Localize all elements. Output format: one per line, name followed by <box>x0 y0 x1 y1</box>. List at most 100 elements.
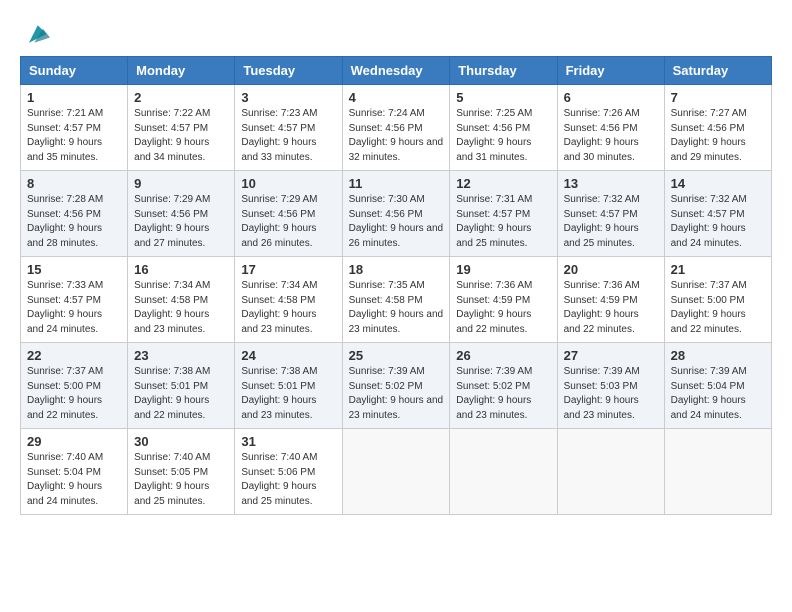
daylight-label: Daylight: 9 hours and 35 minutes. <box>27 137 102 163</box>
logo <box>20 20 50 48</box>
sunrise-label: Sunrise: 7:21 AM <box>27 108 103 119</box>
sunset-label: Sunset: 4:56 PM <box>564 123 638 134</box>
sunset-label: Sunset: 5:04 PM <box>27 467 101 478</box>
day-number: 8 <box>27 176 121 191</box>
daylight-label: Daylight: 9 hours and 25 minutes. <box>241 481 316 507</box>
calendar-table: SundayMondayTuesdayWednesdayThursdayFrid… <box>20 56 772 515</box>
day-cell: 23 Sunrise: 7:38 AM Sunset: 5:01 PM Dayl… <box>128 343 235 429</box>
day-cell: 7 Sunrise: 7:27 AM Sunset: 4:56 PM Dayli… <box>664 85 771 171</box>
sunrise-label: Sunrise: 7:26 AM <box>564 108 640 119</box>
day-info: Sunrise: 7:30 AM Sunset: 4:56 PM Dayligh… <box>349 193 444 251</box>
daylight-label: Daylight: 9 hours and 25 minutes. <box>456 223 531 249</box>
header-row: SundayMondayTuesdayWednesdayThursdayFrid… <box>21 57 772 85</box>
day-info: Sunrise: 7:34 AM Sunset: 4:58 PM Dayligh… <box>241 279 335 337</box>
sunrise-label: Sunrise: 7:39 AM <box>456 366 532 377</box>
sunset-label: Sunset: 4:56 PM <box>456 123 530 134</box>
sunset-label: Sunset: 5:00 PM <box>27 381 101 392</box>
day-info: Sunrise: 7:21 AM Sunset: 4:57 PM Dayligh… <box>27 107 121 165</box>
week-row-4: 22 Sunrise: 7:37 AM Sunset: 5:00 PM Dayl… <box>21 343 772 429</box>
day-info: Sunrise: 7:36 AM Sunset: 4:59 PM Dayligh… <box>564 279 658 337</box>
day-number: 11 <box>349 176 444 191</box>
day-header-sunday: Sunday <box>21 57 128 85</box>
daylight-label: Daylight: 9 hours and 22 minutes. <box>564 309 639 335</box>
sunset-label: Sunset: 4:56 PM <box>134 209 208 220</box>
day-header-friday: Friday <box>557 57 664 85</box>
day-cell: 8 Sunrise: 7:28 AM Sunset: 4:56 PM Dayli… <box>21 171 128 257</box>
day-number: 26 <box>456 348 550 363</box>
day-cell: 10 Sunrise: 7:29 AM Sunset: 4:56 PM Dayl… <box>235 171 342 257</box>
day-number: 14 <box>671 176 765 191</box>
sunrise-label: Sunrise: 7:36 AM <box>564 280 640 291</box>
day-number: 10 <box>241 176 335 191</box>
day-info: Sunrise: 7:40 AM Sunset: 5:04 PM Dayligh… <box>27 451 121 509</box>
sunrise-label: Sunrise: 7:34 AM <box>241 280 317 291</box>
sunset-label: Sunset: 4:57 PM <box>27 123 101 134</box>
daylight-label: Daylight: 9 hours and 28 minutes. <box>27 223 102 249</box>
sunrise-label: Sunrise: 7:30 AM <box>349 194 425 205</box>
day-cell: 3 Sunrise: 7:23 AM Sunset: 4:57 PM Dayli… <box>235 85 342 171</box>
daylight-label: Daylight: 9 hours and 27 minutes. <box>134 223 209 249</box>
daylight-label: Daylight: 9 hours and 24 minutes. <box>27 309 102 335</box>
daylight-label: Daylight: 9 hours and 22 minutes. <box>27 395 102 421</box>
sunrise-label: Sunrise: 7:32 AM <box>671 194 747 205</box>
day-info: Sunrise: 7:39 AM Sunset: 5:04 PM Dayligh… <box>671 365 765 423</box>
day-cell: 11 Sunrise: 7:30 AM Sunset: 4:56 PM Dayl… <box>342 171 450 257</box>
day-number: 4 <box>349 90 444 105</box>
sunrise-label: Sunrise: 7:38 AM <box>241 366 317 377</box>
sunset-label: Sunset: 5:01 PM <box>241 381 315 392</box>
sunset-label: Sunset: 4:57 PM <box>671 209 745 220</box>
day-info: Sunrise: 7:29 AM Sunset: 4:56 PM Dayligh… <box>241 193 335 251</box>
day-info: Sunrise: 7:39 AM Sunset: 5:02 PM Dayligh… <box>349 365 444 423</box>
day-cell: 9 Sunrise: 7:29 AM Sunset: 4:56 PM Dayli… <box>128 171 235 257</box>
day-number: 20 <box>564 262 658 277</box>
day-number: 2 <box>134 90 228 105</box>
daylight-label: Daylight: 9 hours and 23 minutes. <box>564 395 639 421</box>
daylight-label: Daylight: 9 hours and 26 minutes. <box>349 223 444 249</box>
day-number: 6 <box>564 90 658 105</box>
daylight-label: Daylight: 9 hours and 26 minutes. <box>241 223 316 249</box>
day-number: 30 <box>134 434 228 449</box>
logo-icon <box>22 20 50 48</box>
sunrise-label: Sunrise: 7:24 AM <box>349 108 425 119</box>
daylight-label: Daylight: 9 hours and 24 minutes. <box>671 223 746 249</box>
day-number: 24 <box>241 348 335 363</box>
day-info: Sunrise: 7:37 AM Sunset: 5:00 PM Dayligh… <box>27 365 121 423</box>
day-info: Sunrise: 7:27 AM Sunset: 4:56 PM Dayligh… <box>671 107 765 165</box>
day-number: 12 <box>456 176 550 191</box>
sunrise-label: Sunrise: 7:39 AM <box>349 366 425 377</box>
day-cell: 25 Sunrise: 7:39 AM Sunset: 5:02 PM Dayl… <box>342 343 450 429</box>
day-cell: 15 Sunrise: 7:33 AM Sunset: 4:57 PM Dayl… <box>21 257 128 343</box>
sunrise-label: Sunrise: 7:39 AM <box>564 366 640 377</box>
sunset-label: Sunset: 4:56 PM <box>349 123 423 134</box>
daylight-label: Daylight: 9 hours and 31 minutes. <box>456 137 531 163</box>
day-cell: 12 Sunrise: 7:31 AM Sunset: 4:57 PM Dayl… <box>450 171 557 257</box>
day-cell: 27 Sunrise: 7:39 AM Sunset: 5:03 PM Dayl… <box>557 343 664 429</box>
sunrise-label: Sunrise: 7:37 AM <box>27 366 103 377</box>
sunrise-label: Sunrise: 7:36 AM <box>456 280 532 291</box>
sunrise-label: Sunrise: 7:37 AM <box>671 280 747 291</box>
week-row-1: 1 Sunrise: 7:21 AM Sunset: 4:57 PM Dayli… <box>21 85 772 171</box>
sunrise-label: Sunrise: 7:29 AM <box>134 194 210 205</box>
day-info: Sunrise: 7:22 AM Sunset: 4:57 PM Dayligh… <box>134 107 228 165</box>
sunrise-label: Sunrise: 7:29 AM <box>241 194 317 205</box>
sunset-label: Sunset: 4:59 PM <box>564 295 638 306</box>
day-info: Sunrise: 7:23 AM Sunset: 4:57 PM Dayligh… <box>241 107 335 165</box>
sunset-label: Sunset: 4:57 PM <box>241 123 315 134</box>
sunrise-label: Sunrise: 7:27 AM <box>671 108 747 119</box>
day-cell: 30 Sunrise: 7:40 AM Sunset: 5:05 PM Dayl… <box>128 429 235 515</box>
day-cell: 4 Sunrise: 7:24 AM Sunset: 4:56 PM Dayli… <box>342 85 450 171</box>
sunrise-label: Sunrise: 7:40 AM <box>27 452 103 463</box>
sunrise-label: Sunrise: 7:34 AM <box>134 280 210 291</box>
daylight-label: Daylight: 9 hours and 23 minutes. <box>349 395 444 421</box>
day-info: Sunrise: 7:34 AM Sunset: 4:58 PM Dayligh… <box>134 279 228 337</box>
day-info: Sunrise: 7:33 AM Sunset: 4:57 PM Dayligh… <box>27 279 121 337</box>
sunset-label: Sunset: 4:57 PM <box>456 209 530 220</box>
sunset-label: Sunset: 4:58 PM <box>241 295 315 306</box>
day-cell <box>557 429 664 515</box>
sunset-label: Sunset: 4:56 PM <box>241 209 315 220</box>
day-header-wednesday: Wednesday <box>342 57 450 85</box>
sunrise-label: Sunrise: 7:35 AM <box>349 280 425 291</box>
day-info: Sunrise: 7:32 AM Sunset: 4:57 PM Dayligh… <box>564 193 658 251</box>
sunset-label: Sunset: 5:05 PM <box>134 467 208 478</box>
day-cell: 16 Sunrise: 7:34 AM Sunset: 4:58 PM Dayl… <box>128 257 235 343</box>
